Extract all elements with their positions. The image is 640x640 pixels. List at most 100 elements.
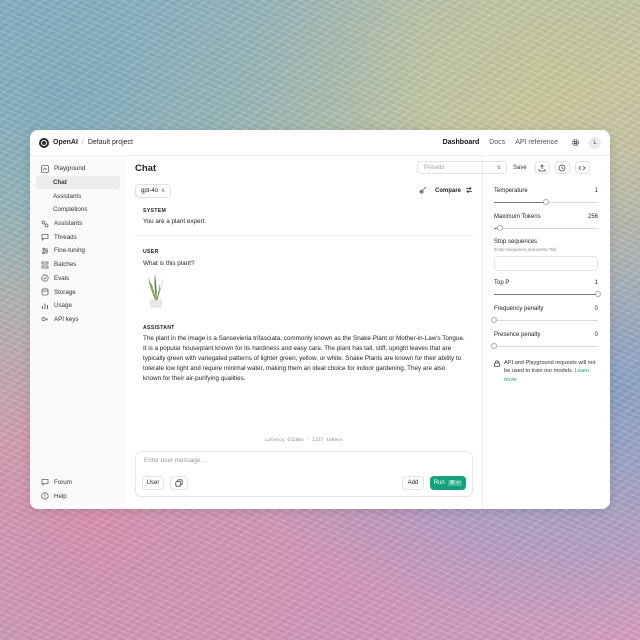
top-p-param: Top P 1 bbox=[494, 280, 601, 297]
presence-penalty-value[interactable]: 0 bbox=[595, 332, 598, 338]
history-button[interactable] bbox=[554, 161, 570, 174]
org-name[interactable]: OpenAI bbox=[53, 139, 78, 146]
settings-gear-icon[interactable] bbox=[570, 138, 580, 148]
frequency-penalty-param: Frequency penalty 0 bbox=[491, 306, 598, 323]
role-toggle-button[interactable]: User bbox=[142, 476, 164, 490]
evals-icon bbox=[40, 274, 49, 283]
docs-link[interactable]: Docs bbox=[489, 139, 505, 146]
temperature-label: Temperature bbox=[494, 188, 528, 194]
system-text[interactable]: You are a plant expert. bbox=[143, 217, 465, 227]
sidebar-item-label: API keys bbox=[54, 315, 79, 323]
copy-image-icon bbox=[175, 479, 183, 487]
max-tokens-slider[interactable] bbox=[494, 225, 598, 231]
sidebar-item-chat[interactable]: Chat bbox=[36, 175, 120, 190]
slider-thumb[interactable] bbox=[491, 317, 497, 323]
stop-sequences-label: Stop sequences bbox=[494, 239, 538, 245]
assistant-message[interactable]: ASSISTANT The plant in the image is a Sa… bbox=[135, 324, 473, 385]
snake-plant-image bbox=[148, 273, 164, 307]
sidebar-item-help[interactable]: Help bbox=[36, 489, 120, 503]
frequency-penalty-label: Frequency penalty bbox=[494, 306, 544, 312]
sidebar-item-storage[interactable]: Storage bbox=[36, 285, 120, 299]
attach-image-button[interactable] bbox=[170, 476, 188, 490]
frequency-penalty-slider[interactable] bbox=[491, 317, 598, 323]
sidebar-item-label: Storage bbox=[54, 288, 76, 296]
assistants-icon bbox=[40, 219, 49, 228]
sidebar-item-batches[interactable]: Batches bbox=[36, 258, 120, 272]
sidebar-item-label: Batches bbox=[54, 261, 77, 269]
project-name[interactable]: Default project bbox=[88, 139, 133, 146]
sidebar-item-label: Assistants bbox=[54, 220, 83, 228]
history-clock-icon bbox=[558, 164, 566, 171]
openai-logo-icon[interactable] bbox=[39, 137, 49, 148]
slider-thumb[interactable] bbox=[497, 225, 504, 231]
chevron-updown-icon: ⇅ bbox=[161, 188, 166, 194]
chat-toolbar: gpt-4o ⇅ Compare bbox=[126, 180, 482, 202]
breadcrumb-separator: / bbox=[81, 139, 84, 146]
sidebar-item-playground[interactable]: Playground bbox=[36, 162, 120, 176]
add-message-button[interactable]: Add bbox=[402, 476, 424, 490]
role-label: SYSTEM bbox=[143, 208, 167, 214]
clear-broom-icon[interactable] bbox=[419, 186, 427, 196]
user-message[interactable]: USER What is this plant? bbox=[135, 248, 473, 311]
sidebar-item-label: Usage bbox=[54, 302, 72, 310]
sidebar-item-label: Playground bbox=[54, 165, 86, 173]
model-selector[interactable]: gpt-4o ⇅ bbox=[135, 184, 172, 198]
run-shortcut: ⌘ ↵ bbox=[447, 480, 463, 486]
top-p-value[interactable]: 1 bbox=[595, 280, 598, 286]
playground-icon bbox=[40, 164, 49, 173]
sidebar-item-fine-tuning[interactable]: Fine-tuning bbox=[36, 244, 120, 258]
user-text: What is this plant? bbox=[143, 259, 195, 267]
run-label: Run bbox=[433, 480, 445, 486]
storage-icon bbox=[40, 288, 49, 297]
save-button[interactable]: Save bbox=[510, 161, 530, 174]
latency-info: Latency 6320ms · 1237 tokens bbox=[265, 438, 343, 443]
presence-penalty-label: Presence penalty bbox=[494, 332, 541, 338]
top-bar: OpenAI / Default project Dashboard Docs … bbox=[30, 130, 610, 156]
page-title: Chat bbox=[135, 162, 157, 174]
sidebar-item-api-keys[interactable]: API keys bbox=[36, 313, 120, 327]
key-icon bbox=[40, 315, 49, 324]
slider-thumb[interactable] bbox=[543, 199, 549, 205]
sidebar-item-threads[interactable]: Threads bbox=[36, 230, 120, 244]
presence-penalty-slider[interactable] bbox=[491, 343, 598, 349]
lock-icon bbox=[494, 360, 500, 384]
slider-thumb[interactable] bbox=[491, 343, 497, 349]
stop-sequences-help: Enter sequence and press Tab bbox=[494, 247, 557, 252]
sidebar-item-label: Threads bbox=[54, 233, 77, 241]
stop-sequences-param: Stop sequences Enter sequence and press … bbox=[494, 239, 598, 271]
temperature-slider[interactable] bbox=[494, 199, 598, 205]
sidebar-item-forum[interactable]: Forum bbox=[36, 476, 120, 490]
sidebar-item-label: Completions bbox=[53, 206, 88, 214]
max-tokens-param: Maximum Tokens 256 bbox=[494, 214, 598, 231]
sidebar-item-usage[interactable]: Usage bbox=[36, 299, 120, 313]
view-code-button[interactable] bbox=[574, 161, 590, 174]
user-message-input[interactable] bbox=[144, 457, 447, 464]
api-reference-link[interactable]: API reference bbox=[515, 139, 558, 146]
sidebar-item-evals[interactable]: Evals bbox=[36, 272, 120, 286]
share-button[interactable] bbox=[534, 161, 550, 174]
system-message[interactable]: SYSTEM You are a plant expert. bbox=[135, 207, 473, 237]
sidebar-footer: Forum Help bbox=[36, 476, 120, 503]
threads-icon bbox=[40, 233, 49, 242]
code-icon bbox=[578, 165, 586, 170]
chevron-updown-icon: ⇅ bbox=[496, 165, 501, 171]
usage-icon bbox=[40, 301, 49, 310]
max-tokens-value[interactable]: 256 bbox=[588, 214, 598, 220]
temperature-value[interactable]: 1 bbox=[595, 188, 598, 194]
frequency-penalty-value[interactable]: 0 bbox=[595, 306, 598, 312]
stop-sequences-input[interactable] bbox=[494, 256, 598, 271]
sidebar-item-assistants[interactable]: Assistants bbox=[36, 217, 120, 231]
header-actions: Save bbox=[510, 161, 595, 174]
top-p-slider[interactable] bbox=[494, 291, 601, 297]
run-button[interactable]: Run ⌘ ↵ bbox=[430, 476, 466, 490]
compare-button[interactable]: Compare bbox=[435, 186, 473, 196]
presets-select[interactable]: Presets ⇅ bbox=[417, 161, 507, 174]
slider-thumb[interactable] bbox=[595, 291, 601, 297]
user-avatar[interactable]: L bbox=[589, 136, 601, 149]
dashboard-link[interactable]: Dashboard bbox=[443, 139, 480, 146]
sidebar-item-playground-assistants[interactable]: Assistants bbox=[36, 189, 120, 203]
sidebar-item-completions[interactable]: Completions bbox=[36, 203, 120, 217]
sidebar-item-label: Forum bbox=[54, 478, 72, 486]
assistant-text: The plant in the image is a Sansevieria … bbox=[143, 335, 465, 383]
top-p-label: Top P bbox=[494, 280, 510, 286]
